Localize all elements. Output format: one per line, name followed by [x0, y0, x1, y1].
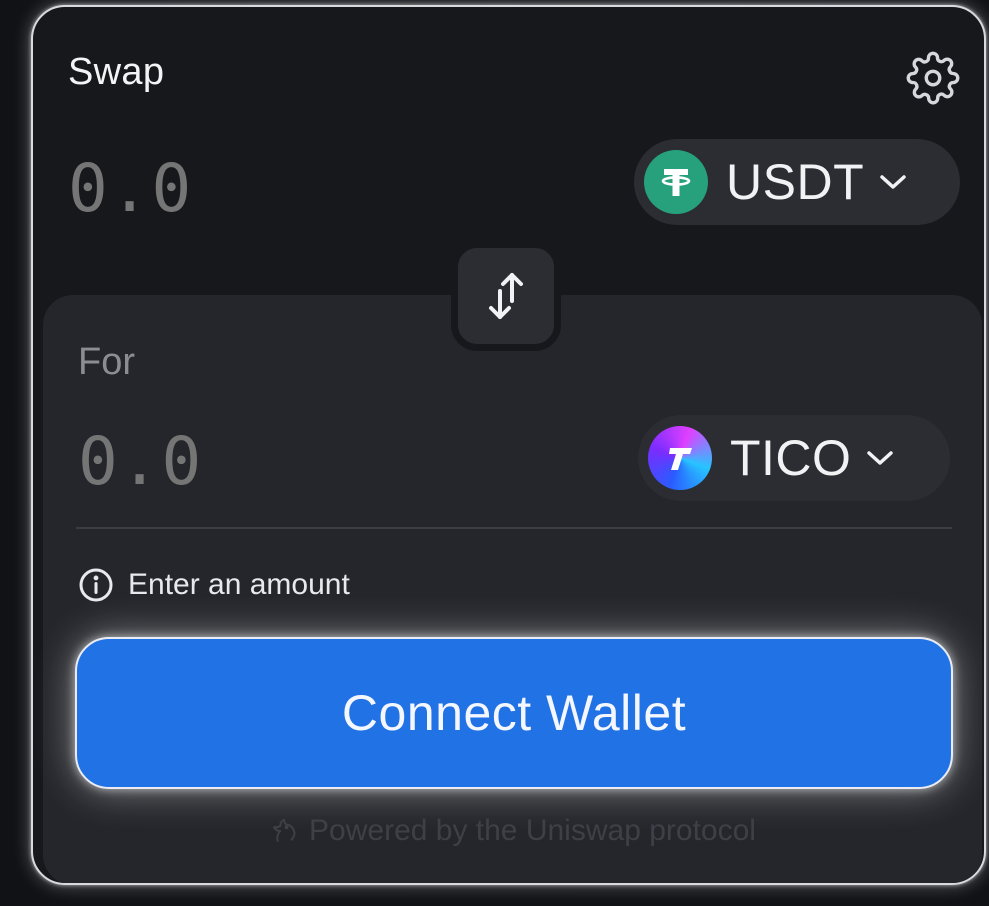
gear-icon[interactable] [906, 51, 960, 105]
swap-card: Swap USDT For [31, 5, 986, 885]
connect-wallet-button[interactable]: Connect Wallet [75, 637, 953, 789]
unicorn-icon [273, 818, 296, 842]
output-token-selector[interactable]: TICO [638, 415, 950, 501]
swap-title: Swap [68, 51, 165, 93]
arrows-up-down-icon [489, 273, 523, 319]
swap-direction-button[interactable] [451, 241, 561, 351]
output-amount-field[interactable] [78, 423, 478, 500]
usdt-logo-icon [644, 150, 708, 214]
info-text: Enter an amount [128, 568, 350, 601]
output-label: For [78, 341, 135, 383]
page-background: Swap USDT For [0, 0, 989, 906]
tico-logo-icon [648, 426, 712, 490]
powered-by-text: Powered by the Uniswap protocol [309, 814, 756, 847]
chevron-down-icon [867, 451, 894, 465]
divider [76, 527, 952, 529]
input-token-selector[interactable]: USDT [634, 139, 960, 225]
info-icon [79, 568, 113, 602]
info-message: Enter an amount [78, 567, 350, 603]
input-amount-field[interactable] [68, 150, 468, 227]
chevron-down-icon [880, 175, 906, 189]
output-panel: For Enter an amount Connect Wallet Power… [43, 295, 982, 883]
powered-by-footer: Powered by the Uniswap protocol [43, 814, 982, 848]
output-token-symbol: TICO [730, 430, 852, 486]
input-token-symbol: USDT [726, 154, 865, 210]
